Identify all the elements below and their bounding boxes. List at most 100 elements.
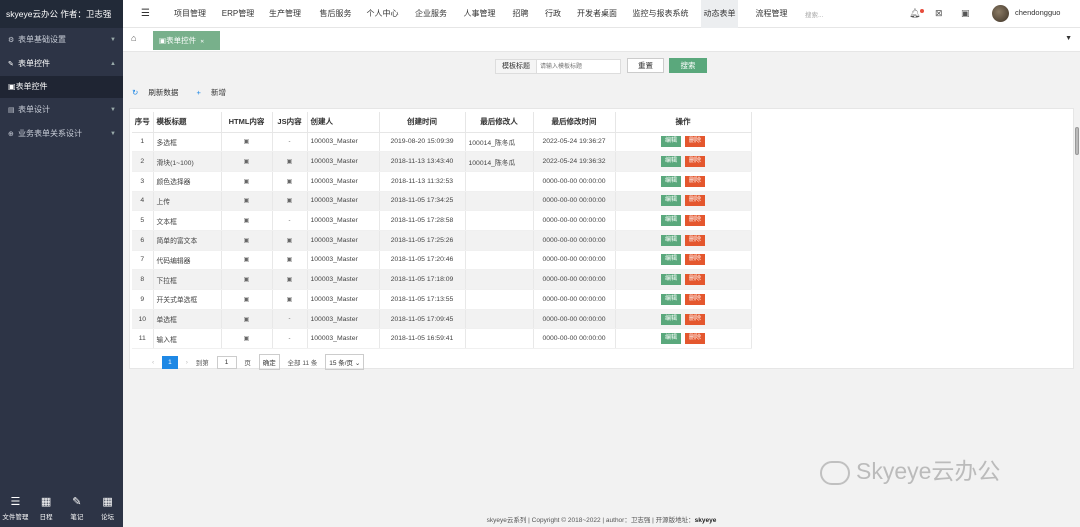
delete-button[interactable]: 删除 (685, 215, 705, 227)
js-content-icon[interactable]: ▣ (272, 250, 308, 271)
page-scrollbar[interactable] (1075, 127, 1079, 155)
js-content-icon[interactable]: ▣ (272, 289, 308, 310)
nav-item-1[interactable]: ERP管理 (217, 0, 259, 28)
html-content-icon[interactable]: ▣ (221, 289, 273, 310)
refresh-button[interactable]: ↻ 刷新数据 (132, 88, 186, 97)
current-page[interactable]: 1 (161, 355, 178, 369)
nav-item-12[interactable]: 流程管理 (750, 0, 793, 28)
column-header-0[interactable]: 序号 (132, 112, 154, 133)
edit-button[interactable]: 编辑 (661, 333, 681, 345)
js-content-icon[interactable]: ▣ (272, 191, 308, 212)
footer-link[interactable]: skyeye (695, 517, 717, 524)
page-size-select[interactable]: 15 条/页 ⌄ (325, 354, 365, 370)
nav-item-6[interactable]: 人事管理 (459, 0, 500, 28)
js-content-icon[interactable]: - (272, 309, 308, 330)
sidebar-subitem-form-controls[interactable]: ▣表单控件 (0, 76, 123, 98)
tab-form-controls[interactable]: ▣表单控件 ✕ (153, 31, 220, 50)
next-page-button[interactable]: › (186, 359, 188, 366)
avatar[interactable] (992, 5, 1009, 22)
js-content-icon[interactable]: - (272, 328, 308, 350)
top-search-input[interactable]: 搜索... (805, 9, 823, 19)
delete-button[interactable]: 删除 (685, 274, 705, 286)
nav-item-10[interactable]: 监控与报表系统 (628, 0, 693, 28)
html-content-icon[interactable]: ▣ (221, 309, 273, 330)
edit-button[interactable]: 编辑 (661, 175, 681, 187)
column-header-4[interactable]: 创建人 (307, 112, 380, 133)
confirm-button[interactable]: 确定 (258, 354, 280, 370)
html-content-icon[interactable]: ▣ (221, 210, 273, 231)
html-content-icon[interactable]: ▣ (221, 328, 273, 350)
column-header-6[interactable]: 最后修改人 (465, 112, 534, 133)
html-content-icon[interactable]: ▣ (221, 171, 273, 192)
html-content-icon[interactable]: ▣ (221, 230, 273, 251)
delete-button[interactable]: 删除 (685, 136, 705, 148)
close-icon[interactable]: ✕ (200, 39, 204, 45)
nav-item-7[interactable]: 招聘 (508, 0, 533, 28)
column-header-1[interactable]: 模板标题 (153, 112, 222, 133)
add-button[interactable]: + 新增 (196, 88, 233, 97)
delete-button[interactable]: 删除 (685, 234, 705, 246)
edit-button[interactable]: 编辑 (661, 293, 681, 305)
nav-item-4[interactable]: 个人中心 (363, 0, 402, 28)
html-content-icon[interactable]: ▣ (221, 132, 273, 153)
js-content-icon[interactable]: ▣ (272, 171, 308, 192)
delete-button[interactable]: 删除 (685, 254, 705, 266)
nav-item-0[interactable]: 项目管理 (170, 0, 210, 28)
nav-item-9[interactable]: 开发者桌面 (573, 0, 621, 28)
html-content-icon[interactable]: ▣ (221, 269, 273, 290)
edit-button[interactable]: 编辑 (661, 215, 681, 227)
username[interactable]: chendongguo (1015, 0, 1073, 26)
page-number-input[interactable]: 1 (216, 355, 237, 369)
html-content-icon[interactable]: ▣ (221, 151, 273, 172)
column-header-7[interactable]: 最后修改时间 (533, 112, 616, 133)
edit-button[interactable]: 编辑 (661, 156, 681, 168)
sidebar-item-2[interactable]: ▤ 表单设计 ▼ (0, 98, 123, 122)
html-content-icon[interactable]: ▣ (221, 250, 273, 271)
js-content-icon[interactable]: ▣ (272, 230, 308, 251)
js-content-icon[interactable]: - (272, 132, 308, 153)
chevron-down-icon[interactable]: ▼ (1065, 35, 1072, 42)
edit-button[interactable]: 编辑 (661, 136, 681, 148)
nav-item-5[interactable]: 企业服务 (410, 0, 452, 28)
column-header-3[interactable]: JS内容 (272, 112, 308, 133)
reset-button[interactable]: 重置 (627, 58, 664, 73)
sidebar-tool-2[interactable]: ✎ 笔记 (62, 491, 93, 527)
nav-item-8[interactable]: 行政 (540, 0, 566, 28)
edit-button[interactable]: 编辑 (661, 254, 681, 266)
column-header-8[interactable]: 操作 (615, 112, 752, 133)
edit-button[interactable]: 编辑 (661, 274, 681, 286)
column-header-5[interactable]: 创建时间 (379, 112, 466, 133)
sidebar-item-0[interactable]: ⚙ 表单基础设置 ▼ (0, 28, 123, 52)
search-button[interactable]: 搜索 (669, 58, 707, 73)
delete-button[interactable]: 删除 (685, 195, 705, 207)
nav-item-3[interactable]: 售后服务 (314, 0, 357, 28)
delete-button[interactable]: 删除 (685, 175, 705, 187)
delete-button[interactable]: 删除 (685, 313, 705, 325)
sidebar-tool-1[interactable]: ▦ 日程 (31, 491, 62, 527)
delete-button[interactable]: 删除 (685, 293, 705, 305)
edit-button[interactable]: 编辑 (661, 313, 681, 325)
sidebar-item-1[interactable]: ✎ 表单控件 ▲ (0, 52, 123, 76)
bell-icon[interactable]: 🔔︎ (909, 8, 920, 19)
edit-button[interactable]: 编辑 (661, 195, 681, 207)
nav-item-11[interactable]: 动态表单 (701, 0, 738, 28)
window-icon[interactable]: ▣ (961, 8, 970, 19)
sidebar-tool-0[interactable]: ☰ 文件管理 (0, 491, 31, 527)
sidebar-item-3[interactable]: ⊕ 业务表单关系设计 ▼ (0, 122, 123, 146)
delete-button[interactable]: 删除 (685, 333, 705, 345)
js-content-icon[interactable]: ▣ (272, 269, 308, 290)
prev-page-button[interactable]: ‹ (152, 359, 154, 366)
sidebar-tool-3[interactable]: ▦ 论坛 (92, 491, 123, 527)
home-icon[interactable]: ⌂ (131, 33, 136, 43)
edit-button[interactable]: 编辑 (661, 234, 681, 246)
gallery-icon[interactable]: ⊠ (935, 8, 943, 19)
nav-item-2[interactable]: 生产管理 (265, 0, 305, 28)
html-content-icon[interactable]: ▣ (221, 191, 273, 212)
column-header-2[interactable]: HTML内容 (221, 112, 273, 133)
js-content-icon[interactable]: ▣ (272, 151, 308, 172)
menu-toggle-icon[interactable]: ☰ (141, 8, 150, 19)
delete-button[interactable]: 删除 (685, 156, 705, 168)
js-content-icon[interactable]: - (272, 210, 308, 231)
chevron-down-icon: ▼ (110, 37, 116, 43)
template-title-input[interactable] (536, 59, 621, 74)
